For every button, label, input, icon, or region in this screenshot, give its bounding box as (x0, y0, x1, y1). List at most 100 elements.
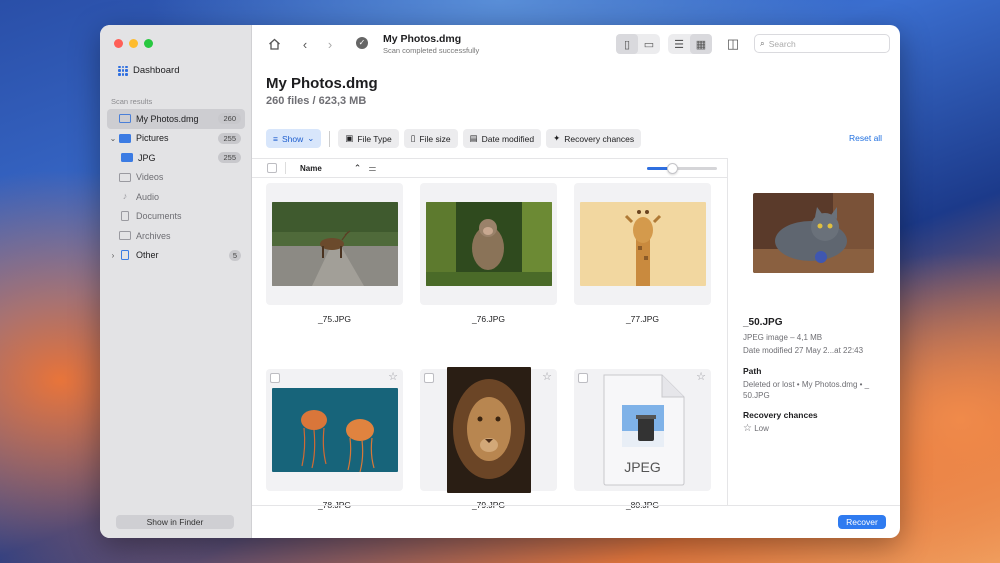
thumbnail-frame: JPEG ☆ (574, 369, 711, 491)
path-value-line2: 50.JPG (743, 391, 770, 400)
select-all-checkbox[interactable] (267, 163, 277, 173)
archive-icon (119, 231, 131, 241)
folder-view-button[interactable]: ▭ (638, 34, 660, 54)
sidebar-item-label: My Photos.dmg (136, 113, 199, 124)
star-sparkle-icon: ✦ (553, 133, 561, 143)
sidebar-item-audio[interactable]: ♪ Audio (107, 187, 245, 207)
sidebar-list: My Photos.dmg 260 ⌄ Pictures 255 JPG 255… (107, 109, 245, 265)
chevron-right-icon[interactable]: › (107, 251, 119, 260)
favorite-star-icon[interactable]: ☆ (388, 370, 398, 383)
show-filter-button[interactable]: ≡ Show ⌄ (266, 129, 322, 148)
file-card[interactable]: _77.JPG (574, 183, 711, 324)
date-modified-filter[interactable]: ▤ Date modified (462, 129, 542, 148)
thumbnail-frame: ☆ (266, 369, 403, 491)
search-placeholder: Search (768, 38, 796, 49)
sidebar-item-dashboard[interactable]: Dashboard (118, 65, 179, 76)
favorite-star-icon[interactable]: ☆ (542, 370, 552, 383)
zoom-window-button[interactable] (144, 39, 153, 48)
chevron-down-icon: ⌄ (307, 133, 315, 143)
reset-all-link[interactable]: Reset all (849, 133, 882, 143)
file-name: _75.JPG (317, 314, 352, 324)
list-icon: ☰ (674, 38, 684, 51)
grid-icon: ▦ (695, 38, 707, 51)
file-card[interactable]: ☆ _79.JPG (420, 367, 557, 510)
sidebar-item-videos[interactable]: Videos (107, 168, 245, 188)
file-name: _76.JPG (471, 314, 506, 324)
chances-text: Low (754, 424, 769, 433)
scan-status: Scan completed successfully (383, 46, 480, 55)
chevron-down-icon[interactable]: ⌄ (107, 134, 119, 143)
layout-toggle: ☰ ▦ (668, 34, 712, 54)
recovery-chances-label: Recovery chances (564, 133, 635, 144)
name-column-header[interactable]: Name (300, 164, 322, 173)
recover-button[interactable]: Recover (838, 515, 886, 529)
thumbnail-frame: ☆ (420, 367, 557, 493)
bottom-bar: Recover (252, 505, 900, 538)
sidebar-item-archives[interactable]: Archives (107, 226, 245, 246)
film-icon (119, 172, 131, 182)
file-name: _77.JPG (625, 314, 660, 324)
slider-knob[interactable] (666, 163, 678, 174)
file-view-button[interactable]: ▯ (616, 34, 638, 54)
select-checkbox[interactable] (270, 373, 280, 383)
sidebar-item-documents[interactable]: Documents (107, 207, 245, 227)
thumbnail-frame (574, 183, 711, 305)
count-badge: 260 (218, 113, 241, 124)
close-window-button[interactable] (114, 39, 123, 48)
home-button[interactable] (265, 35, 283, 53)
sidebar: Dashboard Scan results My Photos.dmg 260… (100, 25, 252, 538)
lion-thumbnail (446, 367, 531, 493)
thumbnail-size-slider[interactable] (647, 163, 717, 174)
document-icon (121, 211, 129, 222)
sort-chevron-up-icon[interactable]: ⌃ (354, 163, 362, 174)
select-checkbox[interactable] (424, 373, 434, 383)
checkmark-icon: ✓ (356, 37, 368, 49)
document-icon: ▯ (623, 38, 631, 51)
select-checkbox[interactable] (578, 373, 588, 383)
file-size-filter[interactable]: ▯ File size (403, 129, 458, 148)
search-icon: ⌕ (760, 38, 765, 48)
jpeg-file-placeholder-icon: JPEG (600, 373, 686, 487)
sidebar-item-pictures[interactable]: ⌄ Pictures 255 (107, 129, 245, 149)
sidebar-item-my-photos[interactable]: My Photos.dmg 260 (107, 109, 245, 129)
disk-image-icon (119, 114, 131, 124)
show-in-finder-button[interactable]: Show in Finder (116, 515, 234, 529)
show-label: Show (281, 133, 304, 144)
file-card[interactable]: _75.JPG (266, 183, 403, 324)
minimize-window-button[interactable] (129, 39, 138, 48)
folder-icon: ▭ (643, 38, 655, 51)
recovery-chances-filter[interactable]: ✦ Recovery chances (546, 129, 642, 148)
file-card[interactable]: JPEG ☆ _80.JPG (574, 369, 711, 510)
window-controls (114, 39, 153, 48)
sidebar-item-other[interactable]: › Other 5 (107, 246, 245, 266)
sidebar-right-icon: ◫ (726, 36, 740, 51)
column-options-icon[interactable]: ⚌ (368, 163, 376, 174)
other-file-icon (121, 250, 129, 261)
recovery-chances-label: Recovery chances (743, 410, 818, 420)
music-note-icon: ♪ (122, 191, 128, 202)
forward-button[interactable]: › (321, 35, 339, 53)
sidebar-item-label: Other (136, 250, 159, 261)
document-icon: ▯ (410, 133, 416, 143)
toggle-preview-panel-button[interactable]: ◫ (724, 35, 742, 53)
filter-bar: ≡ Show ⌄ ▣ File Type ▯ File size ▤ Date … (266, 129, 642, 148)
monkey-thumbnail (425, 202, 552, 286)
favorite-star-icon[interactable]: ☆ (696, 370, 706, 383)
toolbar: ‹ › ✓ My Photos.dmg Scan completed succe… (252, 25, 900, 65)
scan-results-label: Scan results (111, 97, 153, 106)
recovery-chances-value: ☆ Low (743, 423, 893, 434)
search-field[interactable]: ⌕ Search (754, 34, 890, 53)
list-view-button[interactable]: ☰ (668, 34, 690, 54)
file-card[interactable]: _76.JPG (420, 183, 557, 324)
sidebar-item-label: JPG (138, 152, 156, 163)
chevron-left-icon: ‹ (302, 36, 308, 52)
view-source-toggle: ▯ ▭ (616, 34, 660, 54)
grid-view-button[interactable]: ▦ (690, 34, 712, 54)
path-value-line1: Deleted or lost • My Photos.dmg • _ (743, 380, 870, 389)
back-button[interactable]: ‹ (296, 35, 314, 53)
jpeg-label: JPEG (624, 459, 661, 475)
file-card[interactable]: ☆ _78.JPG (266, 369, 403, 510)
sidebar-item-jpg[interactable]: JPG 255 (107, 148, 245, 168)
thumbnail-frame (420, 183, 557, 305)
file-type-filter[interactable]: ▣ File Type (338, 129, 399, 148)
